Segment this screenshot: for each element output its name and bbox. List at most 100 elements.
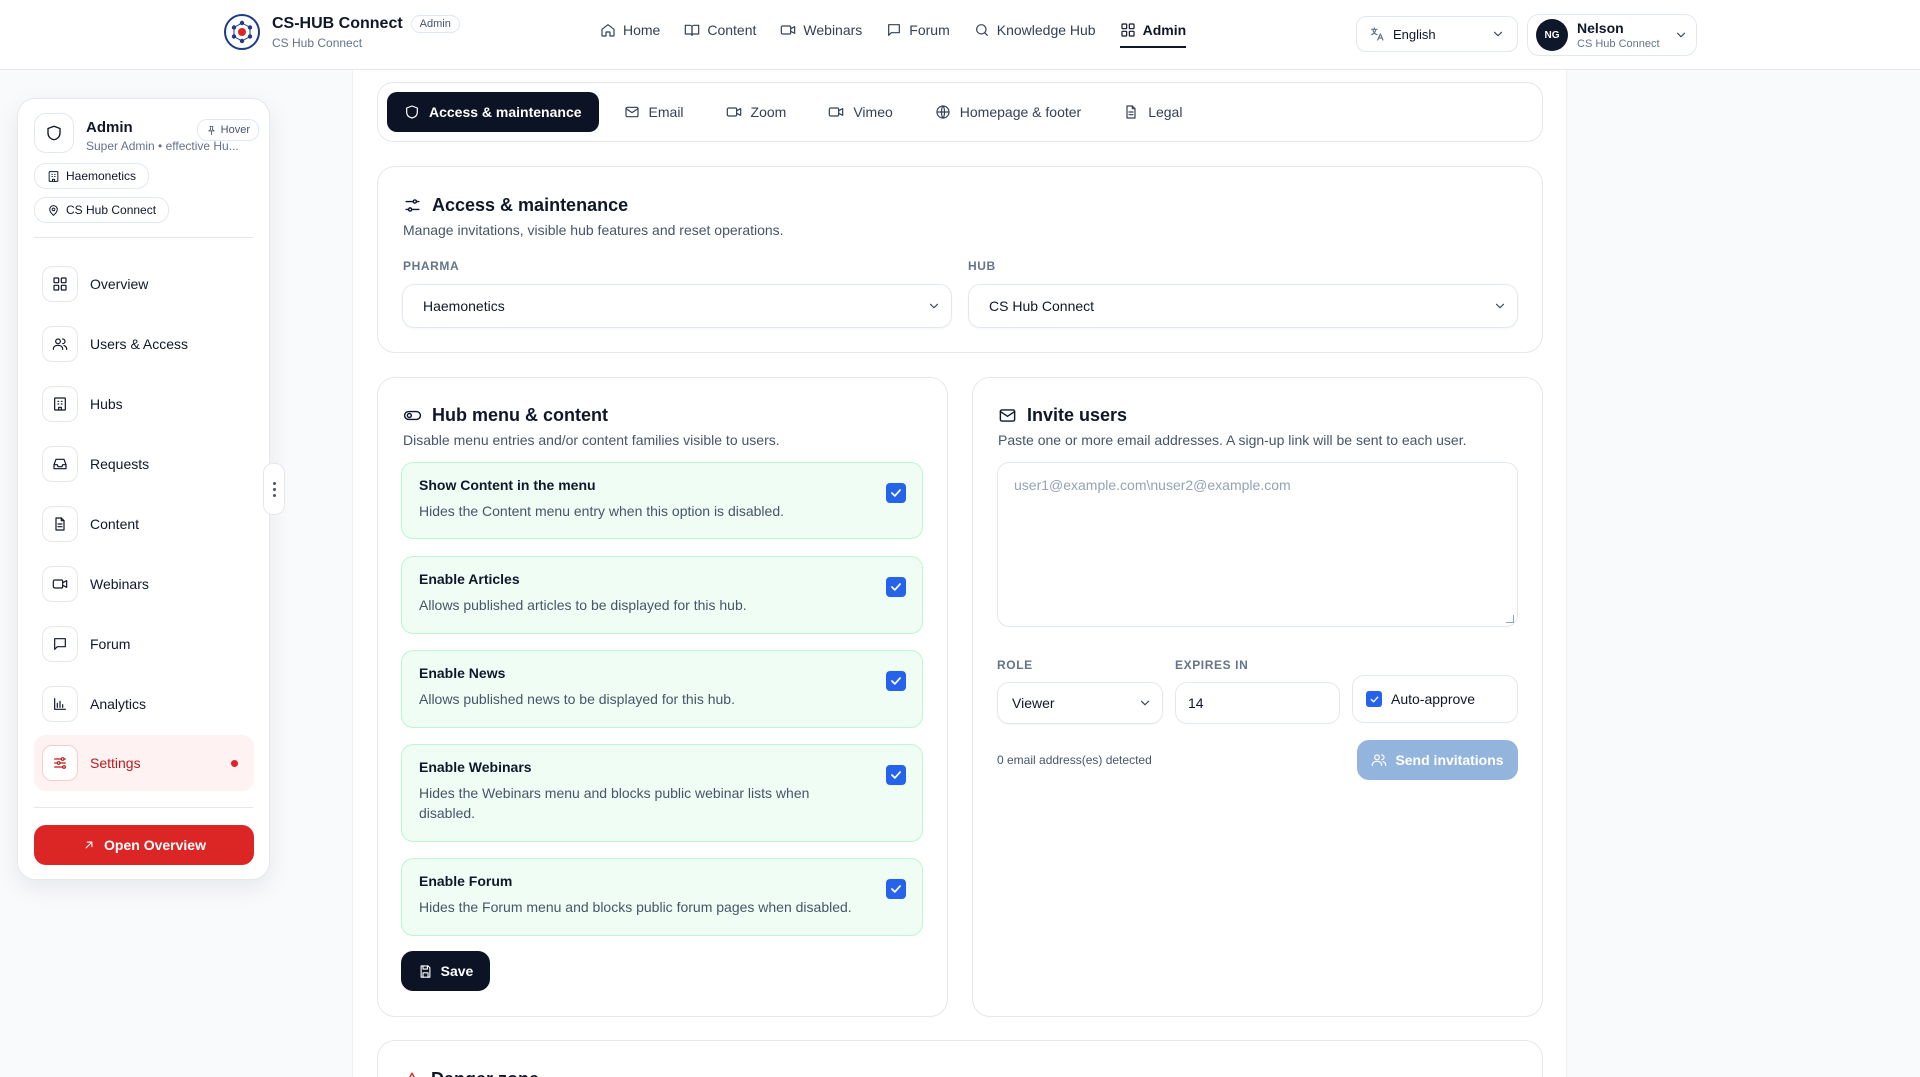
settings-tabs: Access & maintenance Email Zoom Vimeo Ho… bbox=[377, 82, 1543, 142]
nav-home[interactable]: Home bbox=[600, 22, 660, 38]
nav-webinars[interactable]: Webinars bbox=[780, 22, 862, 38]
pharma-select[interactable]: Haemonetics bbox=[402, 284, 952, 328]
tab-vimeo[interactable]: Vimeo bbox=[811, 92, 909, 132]
sidebar-item-users-access[interactable]: Users & Access bbox=[34, 317, 254, 371]
grid-icon bbox=[53, 277, 67, 291]
sidebar-item-label: Webinars bbox=[90, 576, 149, 592]
mail-icon bbox=[624, 106, 639, 118]
send-invitations-label: Send invitations bbox=[1395, 752, 1504, 768]
tab-label: Homepage & footer bbox=[959, 104, 1082, 120]
shield-icon bbox=[406, 105, 418, 119]
alert-icon bbox=[408, 1072, 416, 1077]
show-content-checkbox[interactable] bbox=[886, 483, 906, 503]
admin-sidebar: Admin Super Admin • effective Hu... Hove… bbox=[17, 98, 270, 880]
resize-handle-icon[interactable] bbox=[1506, 615, 1514, 623]
sidebar-item-analytics[interactable]: Analytics bbox=[34, 677, 254, 731]
user-name: Nelson bbox=[1577, 20, 1624, 36]
auto-approve-checkbox[interactable] bbox=[1366, 691, 1382, 707]
tab-label: Vimeo bbox=[853, 104, 893, 120]
enable-articles-checkbox[interactable] bbox=[886, 577, 906, 597]
nav-forum[interactable]: Forum bbox=[886, 22, 950, 38]
open-overview-button[interactable]: Open Overview bbox=[34, 825, 254, 865]
file-icon bbox=[55, 517, 65, 531]
sidebar-item-overview[interactable]: Overview bbox=[34, 257, 254, 311]
nav-admin-label: Admin bbox=[1142, 22, 1187, 38]
nav-home-label: Home bbox=[623, 22, 661, 38]
hub-chip: CS Hub Connect bbox=[34, 197, 170, 223]
map-pin-icon bbox=[49, 204, 58, 216]
message-icon bbox=[888, 24, 901, 36]
tab-email[interactable]: Email bbox=[607, 92, 701, 132]
brand[interactable]: CS-HUB Connect Admin CS Hub Connect bbox=[224, 14, 460, 50]
expires-input[interactable]: 14 bbox=[1175, 682, 1340, 724]
option-enable-articles[interactable]: Enable Articles Allows published article… bbox=[401, 556, 923, 634]
role-select[interactable]: Viewer bbox=[997, 682, 1163, 724]
inbox-icon bbox=[53, 458, 67, 470]
save-icon bbox=[420, 964, 431, 978]
search-icon bbox=[975, 24, 988, 36]
user-menu[interactable]: NG Nelson CS Hub Connect bbox=[1527, 14, 1697, 56]
nav-knowledge-hub-label: Knowledge Hub bbox=[996, 22, 1096, 38]
detected-count: 0 email address(es) detected bbox=[997, 753, 1152, 767]
access-title-text: Access & maintenance bbox=[432, 195, 629, 215]
option-show-content[interactable]: Show Content in the menu Hides the Conte… bbox=[401, 462, 923, 539]
option-enable-webinars[interactable]: Enable Webinars Hides the Webinars menu … bbox=[401, 744, 923, 842]
option-title: Enable News bbox=[419, 665, 506, 681]
expires-label: EXPIRES IN bbox=[1175, 658, 1249, 672]
tab-legal[interactable]: Legal bbox=[1106, 92, 1199, 132]
sidebar-item-label: Content bbox=[90, 516, 140, 532]
home-icon bbox=[601, 24, 615, 37]
tab-zoom[interactable]: Zoom bbox=[709, 92, 804, 132]
sidebar-item-content[interactable]: Content bbox=[34, 497, 254, 551]
chevron-down-icon bbox=[1495, 303, 1505, 309]
chevron-down-icon bbox=[1493, 31, 1503, 37]
save-button[interactable]: Save bbox=[401, 951, 490, 991]
tab-label: Legal bbox=[1148, 104, 1183, 120]
enable-news-checkbox[interactable] bbox=[886, 671, 906, 691]
tab-label: Zoom bbox=[750, 104, 787, 120]
send-invitations-button[interactable]: Send invitations bbox=[1357, 740, 1518, 780]
chevron-down-icon bbox=[929, 303, 939, 309]
hub-label: HUB bbox=[968, 259, 996, 273]
video-icon bbox=[829, 107, 844, 117]
language-select[interactable]: English bbox=[1356, 16, 1518, 52]
hub-menu-title: Hub menu & content bbox=[403, 405, 608, 426]
hover-pin-button[interactable]: Hover bbox=[196, 119, 259, 141]
auto-approve-toggle[interactable]: Auto-approve bbox=[1352, 675, 1518, 723]
tab-access-maintenance[interactable]: Access & maintenance bbox=[387, 92, 599, 132]
enable-forum-checkbox[interactable] bbox=[886, 879, 906, 899]
pharma-select-value: Haemonetics bbox=[423, 298, 505, 314]
building-icon bbox=[48, 170, 59, 182]
email-addresses-textarea[interactable]: user1@example.com\nuser2@example.com bbox=[997, 462, 1518, 627]
hub-select[interactable]: CS Hub Connect bbox=[968, 284, 1518, 328]
role-select-value: Viewer bbox=[1012, 695, 1055, 711]
hover-label: Hover bbox=[220, 124, 250, 136]
mail-icon bbox=[999, 409, 1016, 422]
brand-subtitle: CS Hub Connect bbox=[272, 35, 363, 50]
sidebar-item-forum[interactable]: Forum bbox=[34, 617, 254, 671]
sidebar-item-settings[interactable]: Settings bbox=[34, 735, 254, 791]
email-placeholder: user1@example.com\nuser2@example.com bbox=[1014, 477, 1291, 493]
top-navigation: Home Content Webinars Forum Knowledge Hu… bbox=[600, 22, 1187, 48]
divider bbox=[34, 807, 253, 808]
tab-homepage-footer[interactable]: Homepage & footer bbox=[918, 92, 1098, 132]
nav-content[interactable]: Content bbox=[684, 22, 756, 38]
danger-title-text: Danger zone bbox=[431, 1069, 539, 1077]
option-enable-forum[interactable]: Enable Forum Hides the Forum menu and bl… bbox=[401, 858, 923, 936]
arrow-up-right-icon bbox=[85, 841, 93, 849]
sidebar-item-webinars[interactable]: Webinars bbox=[34, 557, 254, 611]
video-icon bbox=[781, 25, 796, 35]
sidebar-drag-handle[interactable] bbox=[263, 463, 285, 515]
hub-menu-title-text: Hub menu & content bbox=[432, 405, 608, 425]
option-title: Enable Articles bbox=[419, 571, 520, 587]
danger-zone-title: Danger zone bbox=[403, 1069, 539, 1077]
sidebar-item-hubs[interactable]: Hubs bbox=[34, 377, 254, 431]
nav-knowledge-hub[interactable]: Knowledge Hub bbox=[974, 22, 1096, 38]
grid-icon bbox=[1121, 23, 1135, 37]
invite-users-description: Paste one or more email addresses. A sig… bbox=[998, 432, 1467, 448]
option-enable-news[interactable]: Enable News Allows published news to be … bbox=[401, 650, 923, 728]
sidebar-item-requests[interactable]: Requests bbox=[34, 437, 254, 491]
expires-value: 14 bbox=[1188, 695, 1204, 711]
enable-webinars-checkbox[interactable] bbox=[886, 765, 906, 785]
nav-admin[interactable]: Admin bbox=[1119, 22, 1187, 48]
